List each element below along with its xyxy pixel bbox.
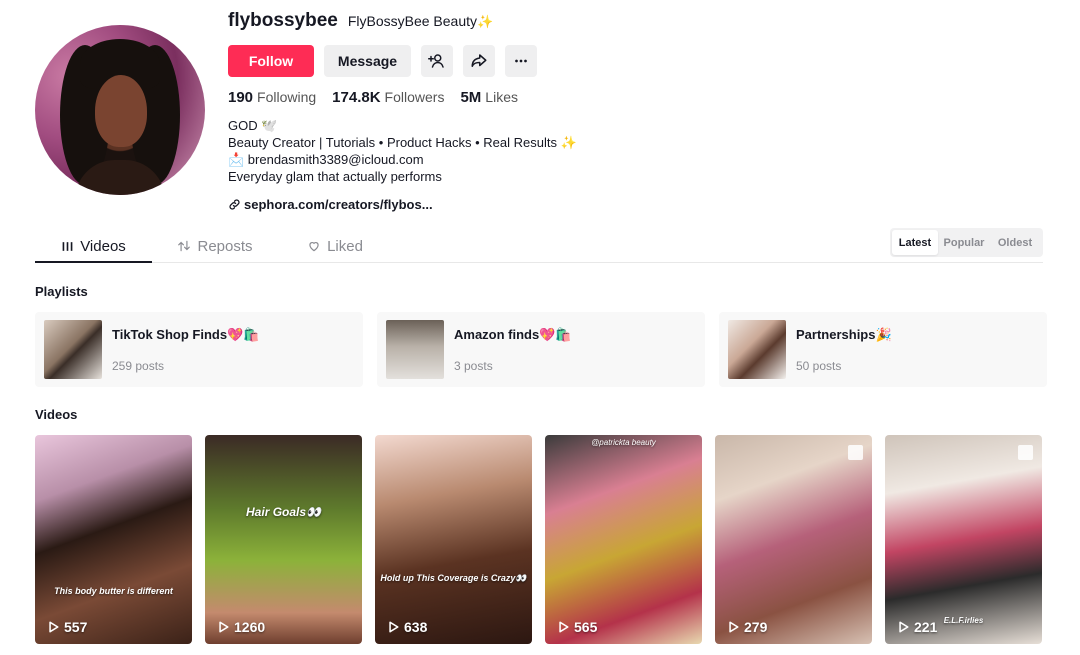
playlist-count: 50 posts bbox=[796, 359, 842, 373]
playlist-card[interactable]: Amazon finds💖🛍️ 3 posts bbox=[377, 312, 705, 387]
play-icon bbox=[559, 621, 569, 633]
video-play-count: 1260 bbox=[218, 619, 265, 635]
playlist-thumbnail bbox=[44, 320, 102, 379]
playlist-thumbnail bbox=[728, 320, 786, 379]
active-tab-indicator bbox=[35, 261, 152, 263]
bio-line-1: GOD 🕊️ bbox=[228, 118, 278, 133]
play-icon bbox=[729, 621, 739, 633]
play-count-text: 565 bbox=[574, 619, 598, 635]
play-count-text: 1260 bbox=[234, 619, 266, 635]
video-play-count: 565 bbox=[558, 619, 597, 635]
video-card[interactable]: Hair Goals👀 1260 bbox=[205, 435, 362, 644]
playlist-name: Partnerships🎉 bbox=[796, 327, 892, 342]
bio-line-4: Everyday glam that actually performs bbox=[228, 169, 442, 184]
follow-button[interactable]: Follow bbox=[228, 45, 314, 77]
playlist-thumbnail bbox=[386, 320, 444, 379]
following-label: Following bbox=[257, 89, 317, 105]
message-button[interactable]: Message bbox=[324, 45, 411, 77]
profile-link-text: sephora.com/creators/flybos... bbox=[244, 197, 433, 212]
video-play-count: 638 bbox=[388, 619, 427, 635]
more-options-button[interactable] bbox=[505, 45, 537, 77]
tab-reposts[interactable]: Reposts bbox=[170, 229, 260, 263]
repost-icon bbox=[178, 240, 191, 252]
followers-label: Followers bbox=[384, 89, 445, 105]
video-caption-overlay: @patrickta beauty bbox=[591, 438, 656, 447]
likes-count: 5M bbox=[460, 89, 482, 106]
sort-latest-button[interactable]: Latest bbox=[892, 230, 938, 255]
following-count: 190 bbox=[228, 89, 254, 106]
video-card[interactable]: E.L.F.irlies 221 bbox=[885, 435, 1042, 644]
profile-link[interactable]: sephora.com/creators/flybos... bbox=[228, 197, 577, 212]
likes-stat: 5M Likes bbox=[460, 89, 518, 106]
playlists-heading: Playlists bbox=[35, 284, 88, 299]
video-card[interactable]: Hold up This Coverage is Crazy👀 638 bbox=[375, 435, 532, 644]
profile-bio: GOD 🕊️ Beauty Creator | Tutorials • Prod… bbox=[228, 117, 577, 185]
following-stat[interactable]: 190 Following bbox=[228, 89, 316, 106]
name-row: flybossybee FlyBossyBee Beauty✨ bbox=[228, 10, 577, 38]
tab-videos[interactable]: Videos bbox=[35, 229, 152, 263]
photo-post-icon bbox=[1018, 445, 1033, 460]
grid-icon bbox=[62, 241, 73, 251]
tab-videos-label: Videos bbox=[80, 237, 126, 255]
action-buttons: Follow Message bbox=[228, 45, 577, 77]
heart-icon bbox=[309, 242, 319, 252]
photo-post-icon bbox=[848, 445, 863, 460]
display-name-text: FlyBossyBee Beauty bbox=[347, 13, 477, 29]
play-icon bbox=[219, 621, 229, 633]
followers-stat[interactable]: 174.8K Followers bbox=[332, 89, 444, 106]
link-icon bbox=[229, 199, 240, 210]
play-icon bbox=[49, 621, 59, 633]
tab-liked[interactable]: Liked bbox=[295, 229, 375, 263]
play-count-text: 221 bbox=[914, 619, 938, 635]
videos-heading: Videos bbox=[35, 407, 78, 422]
video-card[interactable]: @patrickta beauty 565 bbox=[545, 435, 702, 644]
sort-toggle: Latest Popular Oldest bbox=[890, 228, 1043, 257]
play-count-text: 557 bbox=[64, 619, 88, 635]
tab-reposts-label: Reposts bbox=[197, 237, 253, 255]
sort-popular-button[interactable]: Popular bbox=[938, 230, 990, 255]
playlist-card[interactable]: Partnerships🎉 50 posts bbox=[719, 312, 1047, 387]
video-caption-overlay: Hold up This Coverage is Crazy👀 bbox=[380, 573, 527, 583]
add-friend-icon bbox=[428, 54, 444, 68]
play-icon bbox=[899, 621, 909, 633]
sort-oldest-button[interactable]: Oldest bbox=[990, 230, 1040, 255]
more-icon bbox=[515, 59, 527, 63]
play-count-text: 279 bbox=[744, 619, 768, 635]
followers-count: 174.8K bbox=[332, 89, 381, 106]
add-friend-button[interactable] bbox=[421, 45, 453, 77]
playlist-name: TikTok Shop Finds💖🛍️ bbox=[112, 327, 260, 342]
share-button[interactable] bbox=[463, 45, 495, 77]
video-play-count: 221 bbox=[898, 619, 937, 635]
playlist-count: 3 posts bbox=[454, 359, 493, 373]
share-icon bbox=[471, 54, 487, 67]
profile-stats: 190 Following 174.8K Followers 5M Likes bbox=[228, 89, 577, 106]
play-icon bbox=[389, 621, 399, 633]
bio-line-3: 📩 brendasmith3389@icloud.com bbox=[228, 152, 424, 167]
playlist-count: 259 posts bbox=[112, 359, 165, 373]
video-play-count: 557 bbox=[48, 619, 87, 635]
play-count-text: 638 bbox=[404, 619, 428, 635]
profile-info: flybossybee FlyBossyBee Beauty✨ Follow M… bbox=[228, 10, 577, 212]
video-card[interactable]: This body butter is different 557 bbox=[35, 435, 192, 644]
tab-liked-label: Liked bbox=[327, 237, 363, 255]
display-name: FlyBossyBee Beauty✨ bbox=[348, 13, 493, 30]
playlist-card[interactable]: TikTok Shop Finds💖🛍️ 259 posts bbox=[35, 312, 363, 387]
sparkle-icon: ✨ bbox=[477, 14, 494, 29]
likes-label: Likes bbox=[485, 89, 518, 105]
playlist-name: Amazon finds💖🛍️ bbox=[454, 327, 572, 342]
video-caption-overlay: Hair Goals👀 bbox=[246, 505, 321, 519]
bio-line-2: Beauty Creator | Tutorials • Product Hac… bbox=[228, 135, 577, 150]
video-card[interactable]: 279 bbox=[715, 435, 872, 644]
username: flybossybee bbox=[228, 10, 338, 31]
video-caption-overlay: This body butter is different bbox=[54, 586, 173, 596]
video-play-count: 279 bbox=[728, 619, 767, 635]
profile-avatar[interactable] bbox=[35, 25, 205, 195]
